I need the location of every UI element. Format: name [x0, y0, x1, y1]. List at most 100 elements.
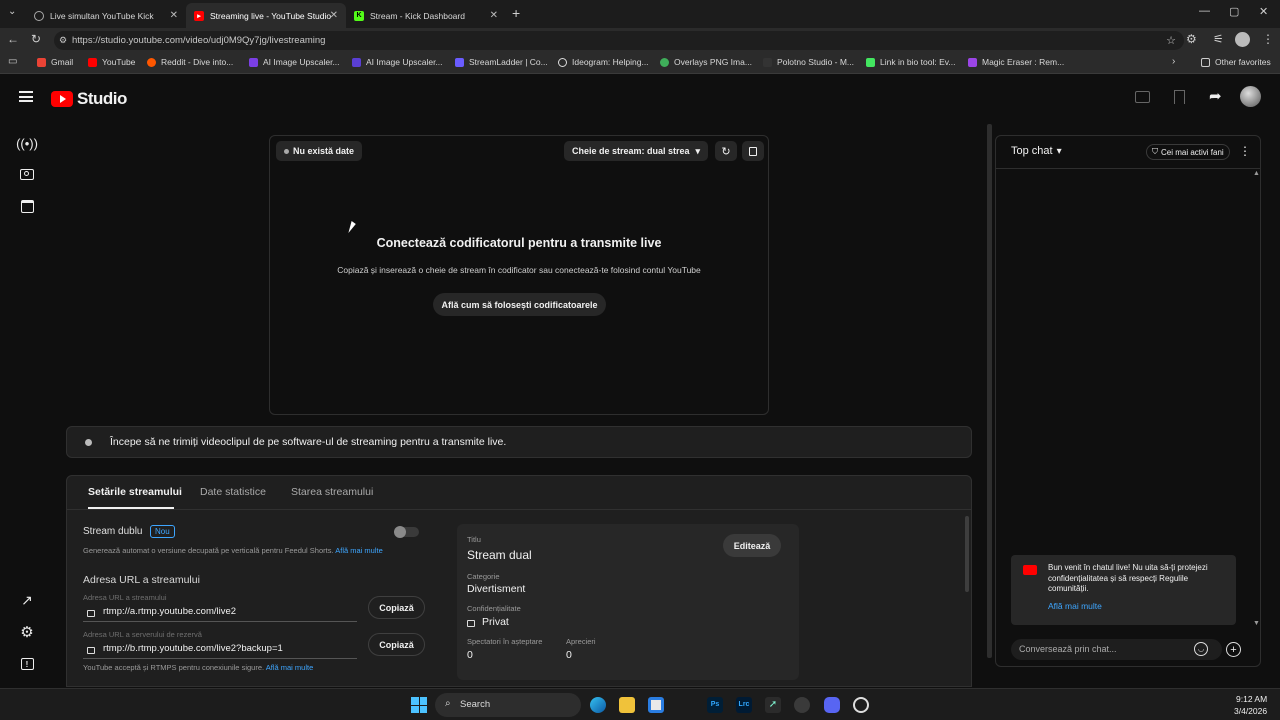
clips-icon[interactable]	[1135, 91, 1150, 103]
calendar-icon[interactable]	[19, 198, 35, 214]
page-scrollbar[interactable]	[987, 124, 992, 658]
reload-icon[interactable]: ↻	[31, 32, 41, 46]
maximize-icon[interactable]: ▢	[1229, 5, 1239, 18]
status-chip-label: Nu există date	[293, 146, 355, 156]
more-bookmarks-chevron-icon[interactable]: ›	[1172, 56, 1175, 67]
top-fans-button[interactable]: ⛉ Cei mai activi fani	[1146, 144, 1230, 160]
lightroom-icon[interactable]: Lrc	[736, 697, 752, 713]
store-icon[interactable]	[648, 697, 664, 713]
kick-icon: K	[354, 10, 364, 21]
upscaler-icon	[249, 57, 258, 67]
photoshop-icon[interactable]: Ps	[707, 697, 723, 713]
emoji-icon[interactable]: ◡	[1194, 642, 1208, 656]
dual-stream-desc: Generează automat o versiune decupată pe…	[83, 546, 383, 555]
share-icon[interactable]: ➦	[1209, 87, 1222, 105]
backup-url-field[interactable]: rtmp://b.rtmp.youtube.com/live2?backup=1	[83, 640, 357, 659]
rtmps-note: YouTube acceptă și RTMPS pentru conexiun…	[83, 663, 313, 672]
windows-start-icon[interactable]	[411, 697, 427, 713]
settings-sliders-icon[interactable]: ⚟	[1213, 32, 1224, 46]
copy-key-button[interactable]	[742, 141, 764, 161]
bookmark-reddit[interactable]: Reddit - Dive into...	[147, 57, 233, 67]
external-link-icon[interactable]: ↗	[19, 592, 35, 608]
site-info-icon[interactable]: ⚙	[59, 35, 67, 46]
learn-encoders-button[interactable]: Află cum să folosești codificatoarele	[433, 293, 606, 316]
feedback-icon[interactable]: !	[19, 656, 35, 672]
settings-scrollbar[interactable]	[965, 516, 969, 592]
add-chat-item-button[interactable]: +	[1226, 642, 1241, 657]
dual-stream-toggle[interactable]	[394, 526, 419, 538]
camera-icon[interactable]	[19, 166, 35, 182]
obs-icon[interactable]	[853, 697, 869, 713]
new-tab-icon[interactable]: +	[512, 5, 520, 21]
bookmark-linkinbio[interactable]: Link in bio tool: Ev...	[866, 57, 955, 67]
stream-url-field[interactable]: rtmp://a.rtmp.youtube.com/live2	[83, 603, 357, 622]
streamlabs-icon[interactable]: ➚	[765, 697, 781, 713]
bookmark-ideogram[interactable]: Ideogram: Helping...	[558, 57, 649, 67]
url-field[interactable]: ⚙ https://studio.youtube.com/video/udj0M…	[54, 31, 1184, 50]
dual-stream-label: Stream dublu	[83, 526, 143, 537]
tab-title: Live simultan YouTube Kick	[50, 10, 154, 21]
chat-mode-dropdown[interactable]: Top chat ▾	[1011, 145, 1062, 157]
bookmark-star-icon[interactable]: ☆	[1166, 34, 1176, 47]
browser-menu-icon[interactable]: ⋮	[1262, 32, 1274, 46]
bookmark-polotno[interactable]: Polotno Studio - M...	[763, 57, 854, 67]
bookmark-label: Polotno Studio - M...	[777, 57, 855, 67]
extensions-icon[interactable]: ⚙	[1186, 32, 1197, 46]
bookmark-ai-upscaler-2[interactable]: AI Image Upscaler...	[352, 57, 443, 67]
channel-avatar[interactable]	[1240, 86, 1261, 107]
taskbar-search[interactable]: ⌕ Search	[435, 693, 581, 717]
privacy-value: Privat	[482, 616, 509, 628]
close-window-icon[interactable]: ✕	[1259, 5, 1268, 18]
stream-url-heading: Adresa URL a streamului	[83, 574, 200, 586]
settings-gear-icon[interactable]: ⚙	[19, 624, 35, 641]
bookmark-icon[interactable]	[1174, 90, 1185, 104]
tab-kick-dashboard[interactable]: K Stream - Kick Dashboard ✕	[346, 3, 506, 28]
tab-list-chevron-icon[interactable]: ⌄	[8, 6, 16, 17]
close-tab-icon[interactable]: ✕	[170, 10, 178, 21]
close-tab-icon[interactable]: ✕	[330, 10, 338, 21]
connect-encoder-subtext: Copiază și inserează o cheie de stream î…	[337, 265, 701, 275]
bookmark-ai-upscaler-1[interactable]: AI Image Upscaler...	[249, 57, 340, 67]
tab-live-simultan[interactable]: Live simultan YouTube Kick ✕	[26, 3, 186, 28]
file-explorer-icon[interactable]	[619, 697, 635, 713]
toggle-knob	[394, 526, 406, 538]
profile-avatar[interactable]	[1235, 32, 1250, 47]
tab-statistics[interactable]: Date statistice	[200, 486, 266, 498]
tab-stream-health[interactable]: Starea streamului	[291, 486, 373, 498]
tab-stream-settings[interactable]: Setările streamului	[88, 486, 182, 498]
refresh-key-button[interactable]: ↻	[715, 141, 737, 161]
live-broadcast-icon[interactable]: ((•))	[16, 135, 38, 151]
hamburger-menu-icon[interactable]	[19, 91, 33, 102]
bookmark-youtube[interactable]: YouTube	[88, 57, 135, 67]
minimize-icon[interactable]: —	[1199, 5, 1210, 17]
edit-button[interactable]: Editează	[723, 534, 781, 557]
welcome-learn-more[interactable]: Află mai multe	[1048, 601, 1102, 611]
learn-more-link[interactable]: Află mai multe	[335, 546, 383, 555]
discord-icon[interactable]	[824, 697, 840, 713]
bookmark-overlays[interactable]: Overlays PNG Ima...	[660, 57, 752, 67]
close-tab-icon[interactable]: ✕	[490, 10, 498, 21]
davinci-icon[interactable]	[794, 697, 810, 713]
copy-stream-url-button[interactable]: Copiază	[368, 596, 425, 619]
studio-logo[interactable]: Studio	[51, 89, 127, 109]
chat-scroll-down-icon[interactable]: ▼	[1253, 620, 1260, 627]
chat-more-icon[interactable]: ⋮	[1239, 144, 1251, 158]
stream-key-dropdown[interactable]: Cheie de stream: dual strea ▾	[564, 141, 708, 161]
bookmark-streamladder[interactable]: StreamLadder | Co...	[455, 57, 548, 67]
bookmark-label: Overlays PNG Ima...	[674, 57, 752, 67]
chat-input[interactable]: Conversează prin chat... ◡	[1011, 639, 1222, 660]
chat-scroll-up-icon[interactable]: ▲	[1253, 170, 1260, 177]
learn-more-link[interactable]: Află mai multe	[266, 663, 314, 672]
other-favorites[interactable]: Other favorites	[1201, 57, 1271, 67]
stream-status-banner: Începe să ne trimiți videoclipul de pe s…	[66, 426, 972, 458]
bookmark-label: StreamLadder | Co...	[469, 57, 548, 67]
sidebar-icon[interactable]: ▭	[8, 56, 17, 67]
tab-youtube-studio[interactable]: ▸ Streaming live - YouTube Studio ✕	[186, 3, 346, 28]
edge-icon[interactable]	[590, 697, 606, 713]
bookmark-magic-eraser[interactable]: Magic Eraser : Rem...	[968, 57, 1064, 67]
connect-encoder-heading: Conectează codificatorul pentru a transm…	[376, 236, 662, 250]
bookmark-gmail[interactable]: Gmail	[37, 57, 73, 67]
rtmps-note-text: YouTube acceptă și RTMPS pentru conexiun…	[83, 663, 265, 672]
back-icon[interactable]: ←	[7, 32, 19, 46]
copy-backup-url-button[interactable]: Copiază	[368, 633, 425, 656]
